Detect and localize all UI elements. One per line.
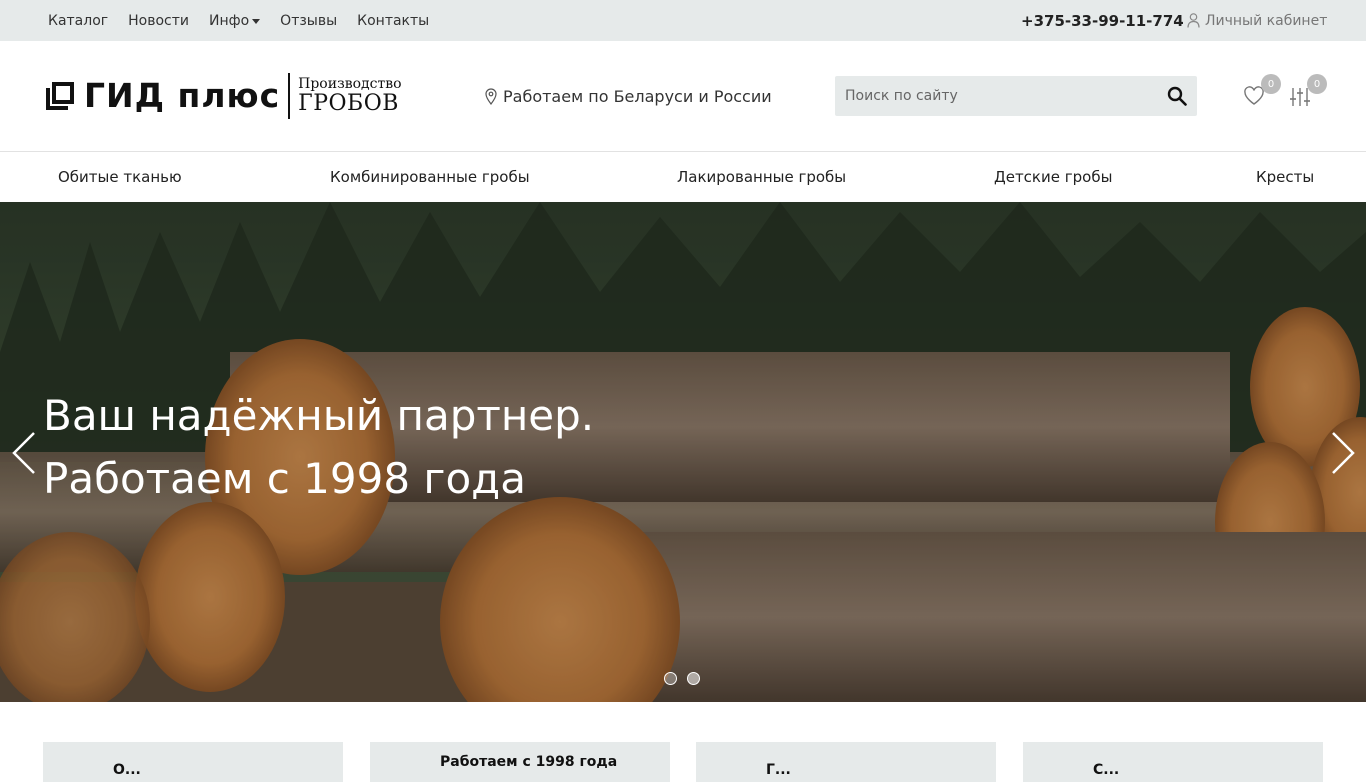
feature-card-1-title: О... [113,762,141,778]
top-nav: Каталог Новости Инфо Отзывы Контакты [48,0,429,41]
top-nav-reviews[interactable]: Отзывы [280,13,337,29]
feature-card-3: Г... [696,742,996,782]
top-nav-news[interactable]: Новости [128,13,189,29]
top-bar: Каталог Новости Инфо Отзывы Контакты +37… [0,0,1366,41]
account-link[interactable]: Личный кабинет [1187,0,1327,41]
feature-card-2: Работаем с 1998 года [370,742,670,782]
user-icon [1187,13,1200,28]
favorites-count-badge: 0 [1261,74,1281,94]
hero-title-line-1: Ваш надёжный партнер. [43,391,595,440]
service-area: Работаем по Беларуси и России [485,41,772,151]
search-icon[interactable] [1167,86,1187,106]
account-label: Личный кабинет [1205,12,1328,29]
slider-dot-1[interactable] [664,672,677,685]
feature-card-1: О... [43,742,343,782]
category-fabric-covered[interactable]: Обитые тканью [58,152,182,202]
hero-title: Ваш надёжный партнер. Работаем с 1998 го… [43,384,594,510]
top-nav-catalog[interactable]: Каталог [48,13,108,29]
logo-subtitle-top: Производство [298,75,402,92]
search-box [835,76,1197,116]
category-crosses[interactable]: Кресты [1256,152,1314,202]
logo-mark-icon [46,81,74,110]
site-header: ГИД плюс Производство ГРОБОВ Работаем по… [0,41,1366,152]
favorites-button[interactable]: 0 [1243,74,1281,108]
phone-number[interactable]: +375-33-99-11-774 [1021,0,1184,41]
compare-button[interactable]: 0 [1289,74,1327,108]
category-combined[interactable]: Комбинированные гробы [330,152,530,202]
logo-subtitle: Производство ГРОБОВ [298,77,401,115]
category-nav: Обитые тканью Комбинированные гробы Лаки… [0,152,1366,202]
site-logo[interactable]: ГИД плюс Производство ГРОБОВ [46,72,402,119]
service-area-text: Работаем по Беларуси и России [503,86,772,106]
hero-slider: Ваш надёжный партнер. Работаем с 1998 го… [0,202,1366,702]
slider-pagination [664,672,700,685]
feature-card-3-title: Г... [766,762,791,778]
logo-subtitle-bottom: ГРОБОВ [298,90,399,116]
logo-name: ГИД плюс [84,76,281,115]
map-pin-icon [485,87,497,105]
hero-title-line-2: Работаем с 1998 года [43,454,526,503]
slider-dot-2[interactable] [687,672,700,685]
category-lacquered[interactable]: Лакированные гробы [677,152,846,202]
chevron-right-icon[interactable] [1327,430,1357,476]
caret-down-icon [252,18,261,24]
feature-card-4-title: С... [1093,762,1120,778]
feature-card-4: С... [1023,742,1323,782]
top-nav-info-label: Инфо [209,12,250,29]
logo-divider [288,72,291,119]
compare-count-badge: 0 [1307,74,1327,94]
search-input[interactable] [835,76,1155,116]
top-nav-contacts[interactable]: Контакты [357,13,429,29]
category-children[interactable]: Детские гробы [994,152,1112,202]
chevron-left-icon[interactable] [10,430,40,476]
top-nav-info[interactable]: Инфо [209,12,261,29]
